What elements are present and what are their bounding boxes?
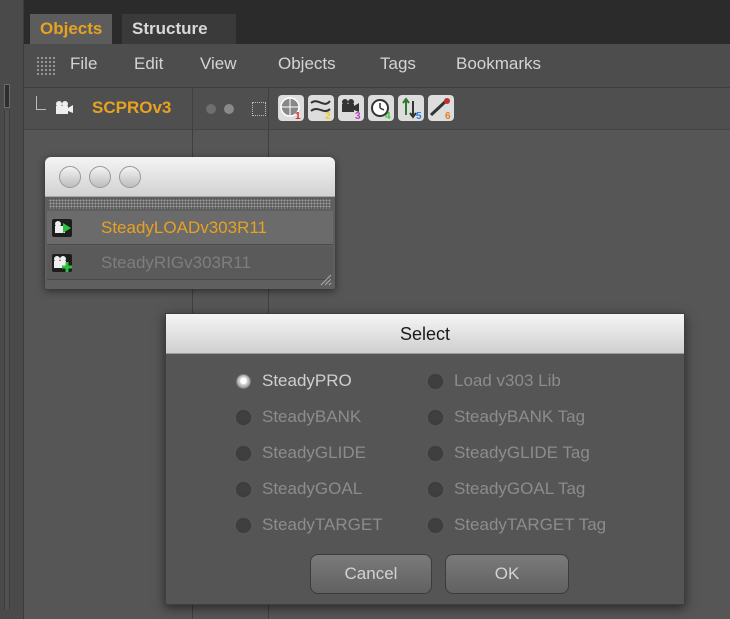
svg-text:5: 5 [416,111,422,121]
svg-text:6: 6 [445,111,451,121]
popup-titlebar[interactable] [45,157,335,197]
render-visibility-dot[interactable] [224,104,234,114]
radio-steadybank[interactable] [236,410,251,425]
menu-objects[interactable]: Objects [278,54,336,74]
menu-bookmarks[interactable]: Bookmarks [456,54,541,74]
editor-visibility-dot[interactable] [206,104,216,114]
curve-tag-icon[interactable]: 2 [308,95,334,122]
option-label[interactable]: SteadyTARGET [262,515,383,535]
svg-text:3: 3 [355,111,361,121]
cancel-button[interactable]: Cancel [310,554,432,594]
popup-grip-strip [49,199,331,209]
timer-tag-icon[interactable]: 4 [368,95,394,122]
object-name[interactable]: SCPROv3 [92,98,171,118]
add-camera-icon [52,254,72,272]
target-tag-icon[interactable]: 6 [428,95,454,122]
popup-item-steadyload[interactable]: SteadyLOADv303R11 [47,211,333,245]
camera-icon [56,101,73,114]
svg-text:4: 4 [385,111,391,121]
left-panel-edge [0,0,24,619]
arrows-tag-icon[interactable]: 5 [398,95,424,122]
play-camera-icon [52,219,72,237]
tab-bar: Objects Structure [24,0,730,44]
panel-handle[interactable] [4,84,10,108]
layer-toggle-icon[interactable] [252,102,266,116]
radio-steadyglide[interactable] [236,446,251,461]
svg-text:2: 2 [325,111,331,121]
option-label[interactable]: SteadyBANK Tag [454,407,585,427]
menu-file[interactable]: File [70,54,97,74]
menu-edit[interactable]: Edit [134,54,163,74]
popup-item-label: SteadyLOADv303R11 [101,218,268,237]
tab-structure[interactable]: Structure [122,14,236,44]
radio-steadytarget[interactable] [236,518,251,533]
left-scroll-rail[interactable] [4,110,10,610]
globe-tag-icon[interactable]: 1 [278,95,304,122]
zoom-window-button[interactable] [119,166,141,188]
popup-item-label: SteadyRIGv303R11 [101,253,251,272]
resize-grip-icon[interactable] [318,272,332,286]
radio-steadypro[interactable] [236,374,251,389]
option-label[interactable]: SteadyGLIDE [262,443,366,463]
radio-steadytarget-tag[interactable] [428,518,443,533]
radio-steadyglide-tag[interactable] [428,446,443,461]
dialog-title: Select [166,314,684,354]
option-label[interactable]: Load v303 Lib [454,371,561,391]
option-label[interactable]: SteadyGOAL [262,479,362,499]
select-dialog: Select SteadyPRO SteadyBANK SteadyGLIDE … [165,313,685,605]
tab-objects[interactable]: Objects [30,14,113,44]
minimize-window-button[interactable] [89,166,111,188]
close-window-button[interactable] [59,166,81,188]
menu-view[interactable]: View [200,54,237,74]
option-label[interactable]: SteadyGOAL Tag [454,479,585,499]
tree-line [36,96,46,110]
popup-item-steadyrig[interactable]: SteadyRIGv303R11 [47,246,333,280]
radio-steadybank-tag[interactable] [428,410,443,425]
option-label[interactable]: SteadyPRO [262,371,352,391]
grip-icon[interactable] [36,56,56,76]
menu-bar: File Edit View Objects Tags Bookmarks [24,44,730,88]
radio-steadygoal-tag[interactable] [428,482,443,497]
svg-text:1: 1 [295,111,301,121]
ok-button[interactable]: OK [445,554,569,594]
option-label[interactable]: SteadyBANK [262,407,361,427]
option-label[interactable]: SteadyGLIDE Tag [454,443,590,463]
camera-tag-icon[interactable]: 3 [338,95,364,122]
radio-steadygoal[interactable] [236,482,251,497]
option-label[interactable]: SteadyTARGET Tag [454,515,606,535]
menu-tags[interactable]: Tags [380,54,416,74]
library-popup-window: SteadyLOADv303R11 SteadyRIGv303R11 [45,157,335,289]
radio-load-v303-lib[interactable] [428,374,443,389]
